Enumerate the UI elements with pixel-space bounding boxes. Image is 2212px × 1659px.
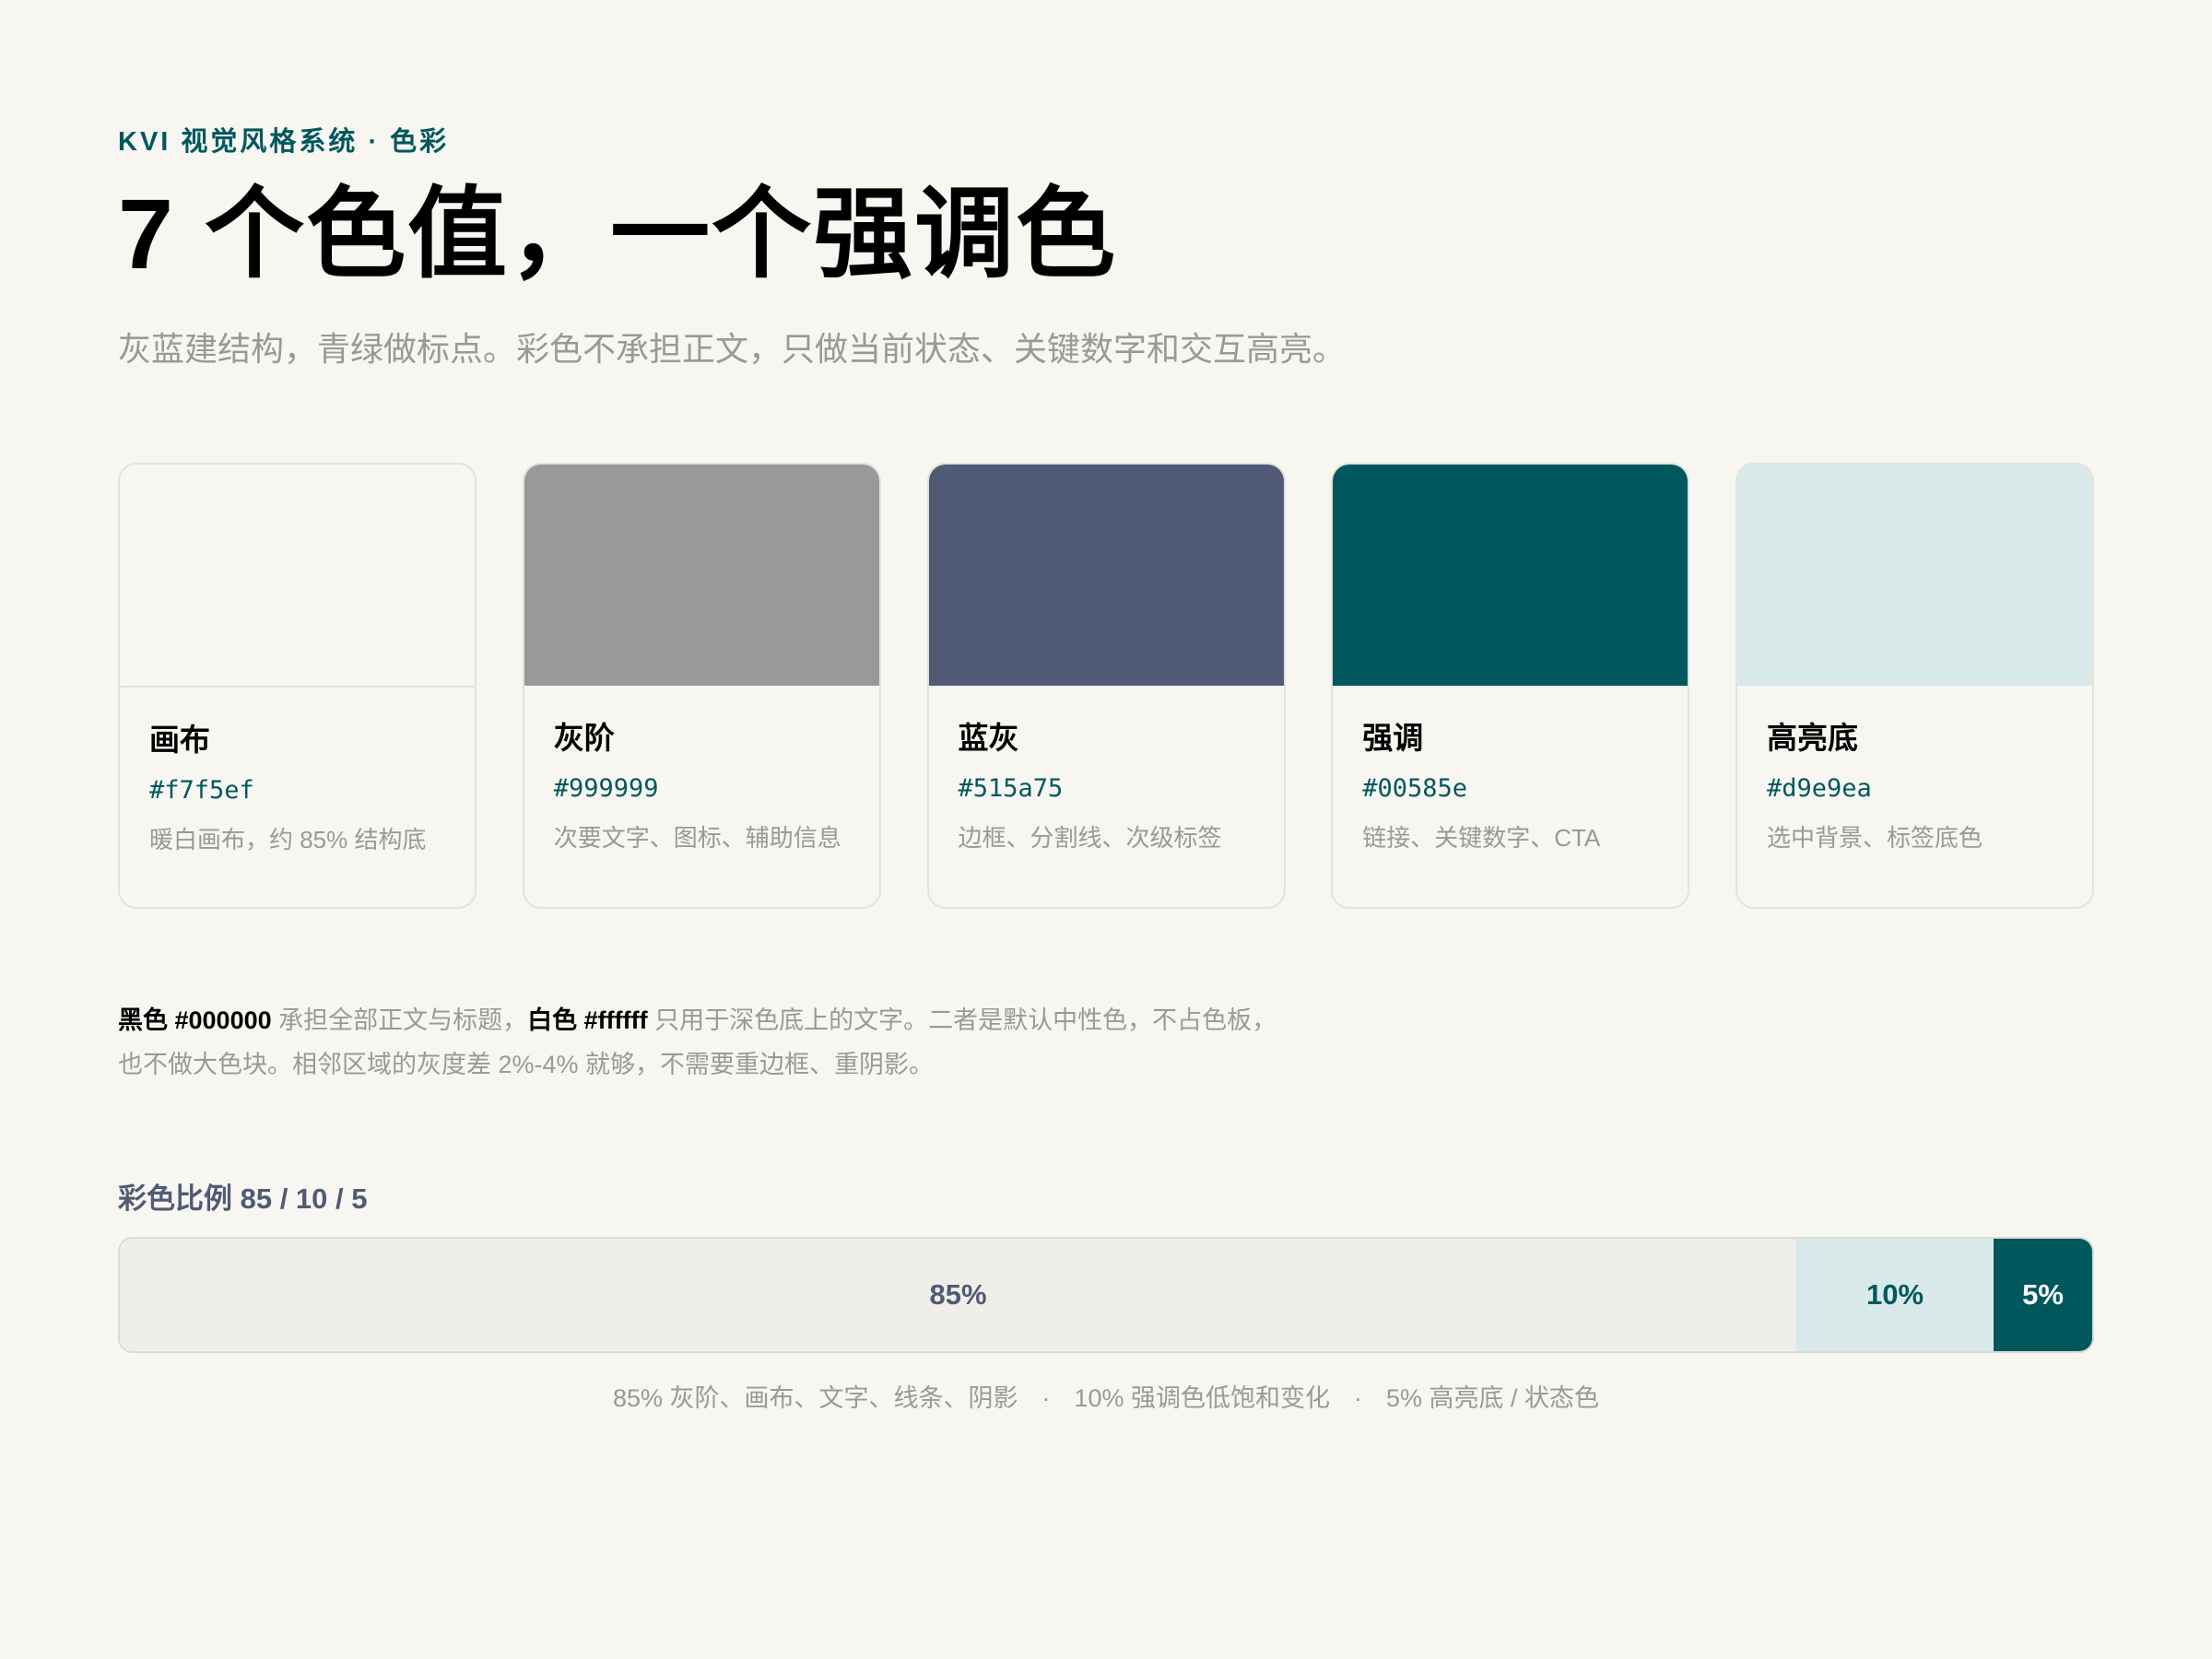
- swatch-hex: #d9e9ea: [1767, 774, 1872, 803]
- swatch-name: 高亮底: [1767, 721, 1858, 755]
- ratio-label: 彩色比例 85 / 10 / 5: [118, 1182, 368, 1215]
- swatch-card-blue-gray[interactable]: 蓝灰 #515a75 边框、分割线、次级标签: [926, 463, 1286, 909]
- ratio-caption-10: 10% 强调色低饱和变化: [1074, 1384, 1331, 1412]
- eyebrow-label: KVI 视觉风格系统 · 色彩: [118, 127, 450, 157]
- caption-separator: ·: [1041, 1384, 1051, 1412]
- page-subtitle: 灰蓝建结构，青绿做标点。彩色不承担正文，只做当前状态、关键数字和交互高亮。: [118, 330, 1347, 368]
- ratio-segment-85: 85%: [120, 1239, 1796, 1351]
- ratio-caption-85: 85% 灰阶、画布、文字、线条、阴影: [612, 1384, 1018, 1412]
- swatch-name: 灰阶: [553, 721, 615, 755]
- swatch-name: 画布: [149, 723, 210, 757]
- page-title: 7 个色值，一个强调色: [118, 178, 1118, 289]
- ratio-caption: 85% 灰阶、画布、文字、线条、阴影 · 10% 强调色低饱和变化 · 5% 高亮底 /…: [118, 1378, 2094, 1414]
- swatch-hex: #999999: [553, 774, 659, 803]
- color-chip-canvas: [120, 465, 475, 688]
- swatch-name: 蓝灰: [958, 721, 1019, 755]
- swatch-description: 次要文字、图标、辅助信息: [553, 824, 841, 852]
- color-chip-blue-gray: [928, 465, 1284, 686]
- ratio-segment-5: 5%: [1994, 1239, 2092, 1351]
- color-chip-accent: [1333, 465, 1688, 686]
- swatch-name: 强调: [1362, 721, 1424, 755]
- ratio-caption-5: 5% 高亮底 / 状态色: [1386, 1384, 1600, 1412]
- caption-separator: ·: [1354, 1384, 1363, 1412]
- swatch-description: 暖白画布，约 85% 结构底: [149, 826, 427, 853]
- ratio-bar: 85% 10% 5%: [118, 1237, 2094, 1353]
- swatch-grid: 画布 #f7f5ef 暖白画布，约 85% 结构底 灰阶 #999999 次要文…: [118, 463, 2094, 911]
- swatch-description: 边框、分割线、次级标签: [958, 824, 1222, 852]
- white-color-label: 白色 #ffffff: [527, 1006, 648, 1034]
- ratio-segment-10: 10%: [1796, 1239, 1994, 1351]
- swatch-hex: #515a75: [958, 774, 1064, 803]
- swatch-hex: #00585e: [1362, 774, 1468, 803]
- color-chip-gray: [524, 465, 879, 686]
- swatch-card-gray[interactable]: 灰阶 #999999 次要文字、图标、辅助信息: [522, 463, 881, 909]
- color-chip-highlight: [1737, 465, 2092, 686]
- swatch-card-accent[interactable]: 强调 #00585e 链接、关键数字、CTA: [1331, 463, 1690, 909]
- swatch-card-highlight[interactable]: 高亮底 #d9e9ea 选中背景、标签底色: [1735, 463, 2094, 909]
- swatch-description: 选中背景、标签底色: [1767, 824, 1983, 852]
- swatch-card-canvas[interactable]: 画布 #f7f5ef 暖白画布，约 85% 结构底: [118, 463, 477, 909]
- swatch-description: 链接、关键数字、CTA: [1362, 824, 1601, 852]
- swatch-hex: #f7f5ef: [149, 776, 254, 805]
- black-color-label: 黑色 #000000: [118, 1006, 272, 1034]
- neutral-color-note: 黑色 #000000 承担全部正文与标题，白色 #ffffff 只用于深色底上的…: [118, 998, 1279, 1087]
- black-color-text: 承担全部正文与标题，: [271, 1006, 528, 1034]
